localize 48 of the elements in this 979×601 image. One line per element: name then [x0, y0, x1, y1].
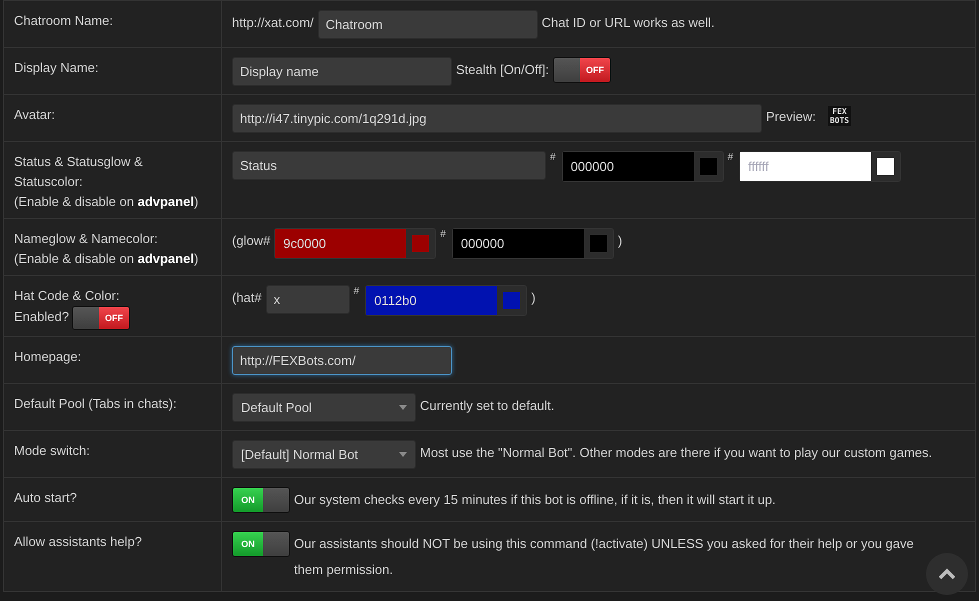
hint-text: Currently set to default. [420, 397, 554, 415]
input-field[interactable]: Status [232, 151, 546, 180]
field-label: (Enable & disable on advpanel) [14, 194, 198, 209]
input-field[interactable]: http://FEXBots.com/ [232, 346, 452, 375]
hint-text: Most use the "Normal Bot". Other modes are there if you want to play our custom games. [420, 444, 932, 462]
hash-sign: # [354, 285, 360, 299]
hint-text: Our system checks every 15 minutes if this bot is offline, if it is, then it will start it up. [294, 491, 776, 509]
field-label: Homepage: [14, 349, 82, 364]
color-field[interactable]: 000000 [452, 228, 614, 259]
hint-text: Chat ID or URL works as well. [542, 14, 715, 32]
hint-text: ) [531, 289, 536, 307]
field-label: Enabled? [14, 309, 69, 324]
field-label: Status & Statusglow & Statuscolor: [14, 154, 143, 189]
hint-text: Preview: [766, 108, 816, 126]
hash-sign: # [550, 151, 556, 165]
field-label: Default Pool (Tabs in chats): [14, 396, 177, 411]
avatar-logo: FEX BOTS [828, 106, 852, 126]
field-label: Hat Code & Color: [14, 288, 120, 303]
field-label: Display Name: [14, 60, 99, 75]
field-label: Avatar: [14, 107, 55, 122]
hash-sign: # [728, 151, 734, 165]
hint-text: Our assistants should NOT be using this command (!activate) UNLESS you asked for their help or you gave them permission. [294, 535, 915, 579]
input-field[interactable]: http://i47.tinypic.com/1q291d.jpg [232, 104, 762, 133]
input-field[interactable]: Chatroom [318, 10, 538, 39]
caret-icon [399, 452, 407, 457]
hint-text: http://xat.com/ [232, 14, 314, 32]
toggle-switch[interactable]: OFF [552, 57, 611, 83]
hash-sign: # [440, 228, 446, 242]
field-label: Mode switch: [14, 443, 90, 458]
input-field[interactable]: Display name [232, 57, 452, 86]
hint-text: Stealth [On/Off]: [456, 61, 549, 79]
color-field[interactable]: 9c0000 [274, 228, 436, 259]
hint-text: (hat# [232, 289, 262, 307]
field-label: Chatroom Name: [14, 13, 113, 28]
input-field[interactable]: x [266, 285, 350, 314]
dropdown[interactable]: [Default] Normal Bot [232, 440, 416, 469]
field-label: Auto start? [14, 490, 77, 505]
caret-icon [399, 405, 407, 410]
hint-text: (glow# [232, 232, 270, 250]
chevron-up-icon [939, 568, 955, 580]
field-label: Allow assistants help? [14, 534, 142, 549]
color-field[interactable]: 000000 [562, 151, 724, 182]
field-label: Nameglow & Namecolor: [14, 231, 158, 246]
hint-text: ) [618, 232, 622, 250]
color-field[interactable]: 0112b0 [365, 285, 528, 316]
dropdown[interactable]: Default Pool [232, 393, 416, 422]
toggle-switch[interactable]: OFF [72, 306, 130, 330]
field-label: (Enable & disable on advpanel) [14, 251, 198, 266]
